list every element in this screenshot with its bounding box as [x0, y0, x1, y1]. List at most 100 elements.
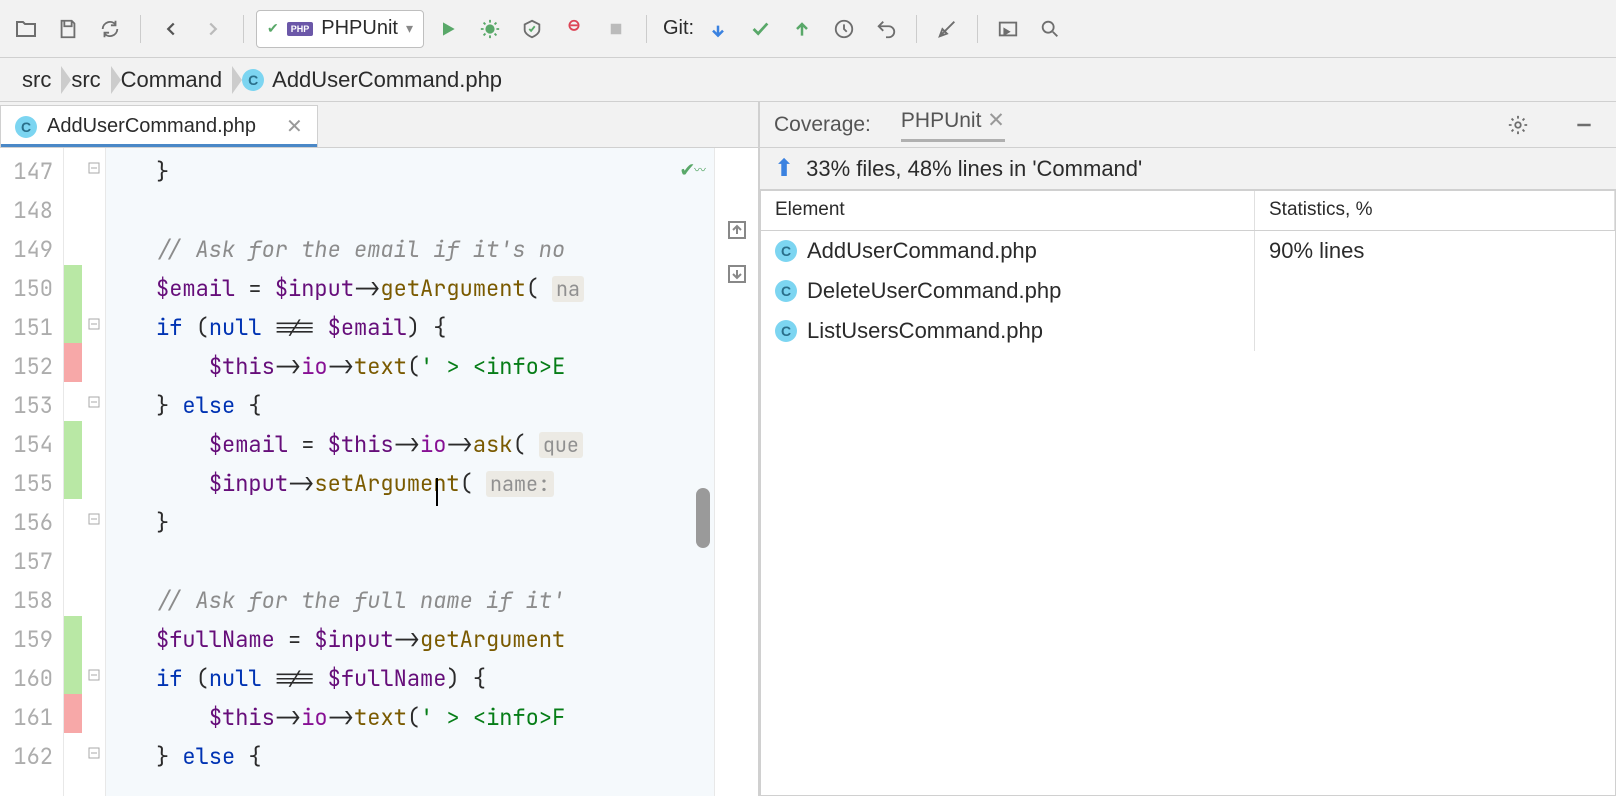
column-statistics[interactable]: Statistics, %: [1255, 191, 1615, 230]
coverage-marker: [64, 733, 82, 772]
code-line[interactable]: if (null !== $fullName) {: [106, 659, 714, 698]
code-line[interactable]: } else {: [106, 386, 714, 425]
statistics-value: [1255, 311, 1615, 351]
line-number: 162: [0, 737, 63, 776]
close-icon[interactable]: ✕: [286, 114, 303, 139]
column-element[interactable]: Element: [761, 191, 1255, 230]
close-icon[interactable]: ✕: [987, 109, 1005, 132]
save-all-button[interactable]: [50, 11, 86, 47]
code-line[interactable]: [106, 191, 714, 230]
coverage-marker: [64, 148, 82, 187]
code-line[interactable]: $input->setArgument( name:: [106, 464, 714, 503]
fold-marker[interactable]: [82, 382, 105, 421]
fold-marker[interactable]: [82, 733, 105, 772]
line-number: 149: [0, 230, 63, 269]
settings-button[interactable]: [929, 11, 965, 47]
code-line[interactable]: } else {: [106, 737, 714, 776]
code-line[interactable]: // Ask for the full name if it': [106, 581, 714, 620]
fold-marker: [82, 577, 105, 616]
editor-tabbar: C AddUserCommand.php ✕: [0, 102, 758, 148]
code-area[interactable]: ✔〰 }// Ask for the email if it's no$emai…: [106, 148, 714, 796]
code-line[interactable]: $fullName = $input->getArgument: [106, 620, 714, 659]
git-push-button[interactable]: [784, 11, 820, 47]
coverage-summary-text: 33% files, 48% lines in 'Command': [806, 156, 1142, 182]
line-number: 148: [0, 191, 63, 230]
fold-marker[interactable]: [82, 304, 105, 343]
code-line[interactable]: [106, 542, 714, 581]
code-line[interactable]: $this->io->text(' > <info>E: [106, 347, 714, 386]
breadcrumb-item[interactable]: Command: [111, 67, 232, 93]
line-number: 151: [0, 308, 63, 347]
editor-body[interactable]: 1471481491501511521531541551561571581591…: [0, 148, 758, 796]
breadcrumb-item[interactable]: src: [12, 67, 61, 93]
git-commit-button[interactable]: [742, 11, 778, 47]
file-name: AddUserCommand.php: [807, 238, 1037, 264]
breadcrumb-item[interactable]: CAddUserCommand.php: [232, 67, 512, 93]
coverage-marker: [64, 226, 82, 265]
forward-button[interactable]: [195, 11, 231, 47]
breadcrumb: src src Command CAddUserCommand.php: [0, 58, 1616, 102]
fold-marker: [82, 616, 105, 655]
breadcrumb-item[interactable]: src: [61, 67, 110, 93]
fold-marker[interactable]: [82, 148, 105, 187]
gear-icon[interactable]: [1500, 107, 1536, 143]
navigate-down-icon[interactable]: [715, 252, 758, 296]
table-row[interactable]: CDeleteUserCommand.php: [761, 271, 1615, 311]
code-line[interactable]: // Ask for the email if it's no: [106, 230, 714, 269]
code-line[interactable]: $email = $this->io->ask( que: [106, 425, 714, 464]
line-number: 161: [0, 698, 63, 737]
vertical-scrollbar[interactable]: [696, 488, 710, 548]
line-number: 158: [0, 581, 63, 620]
git-update-button[interactable]: [700, 11, 736, 47]
run-button[interactable]: [430, 11, 466, 47]
code-line[interactable]: $this->io->text(' > <info>F: [106, 698, 714, 737]
profile-button[interactable]: [556, 11, 592, 47]
open-folder-button[interactable]: [8, 11, 44, 47]
code-line[interactable]: }: [106, 152, 714, 191]
back-button[interactable]: [153, 11, 189, 47]
coverage-marker: [64, 421, 82, 460]
statistics-value: [1255, 271, 1615, 311]
line-number: 153: [0, 386, 63, 425]
run-anything-button[interactable]: [990, 11, 1026, 47]
class-icon: C: [242, 69, 264, 91]
file-name: ListUsersCommand.php: [807, 318, 1043, 344]
table-row[interactable]: CAddUserCommand.php90% lines: [761, 231, 1615, 271]
main-toolbar: ✔ PHP PHPUnit ▾ Git:: [0, 0, 1616, 58]
table-row[interactable]: CListUsersCommand.php: [761, 311, 1615, 351]
minimize-icon[interactable]: [1566, 107, 1602, 143]
debug-button[interactable]: [472, 11, 508, 47]
run-coverage-button[interactable]: [514, 11, 550, 47]
stop-button[interactable]: [598, 11, 634, 47]
git-rollback-button[interactable]: [868, 11, 904, 47]
editor-side-actions: [714, 148, 758, 796]
git-label: Git:: [663, 17, 694, 40]
fold-marker: [82, 265, 105, 304]
fold-marker: [82, 421, 105, 460]
php-icon: PHP: [287, 22, 314, 36]
navigate-up-icon[interactable]: [715, 208, 758, 252]
coverage-table-header: Element Statistics, %: [761, 191, 1615, 231]
search-everywhere-button[interactable]: [1032, 11, 1068, 47]
code-line[interactable]: if (null !== $email) {: [106, 308, 714, 347]
coverage-suite-tab[interactable]: PHPUnit ✕: [901, 108, 1005, 142]
statistics-value: 90% lines: [1255, 231, 1615, 271]
coverage-gutter: [64, 148, 82, 796]
up-arrow-icon[interactable]: ⬆: [774, 154, 794, 183]
run-configuration-selector[interactable]: ✔ PHP PHPUnit ▾: [256, 10, 424, 48]
line-number: 150: [0, 269, 63, 308]
fold-marker[interactable]: [82, 499, 105, 538]
coverage-marker: [64, 499, 82, 538]
line-number: 152: [0, 347, 63, 386]
refresh-button[interactable]: [92, 11, 128, 47]
coverage-panel: Coverage: PHPUnit ✕ ⬆ 33% files, 48% lin…: [760, 102, 1616, 796]
fold-marker[interactable]: [82, 655, 105, 694]
code-line[interactable]: $email = $input->getArgument( na: [106, 269, 714, 308]
class-icon: C: [15, 116, 37, 138]
git-history-button[interactable]: [826, 11, 862, 47]
inspection-marker-icon[interactable]: ✔〰: [681, 154, 706, 183]
code-line[interactable]: }: [106, 503, 714, 542]
coverage-marker: [64, 460, 82, 499]
line-number: 159: [0, 620, 63, 659]
editor-tab[interactable]: C AddUserCommand.php ✕: [0, 105, 318, 147]
